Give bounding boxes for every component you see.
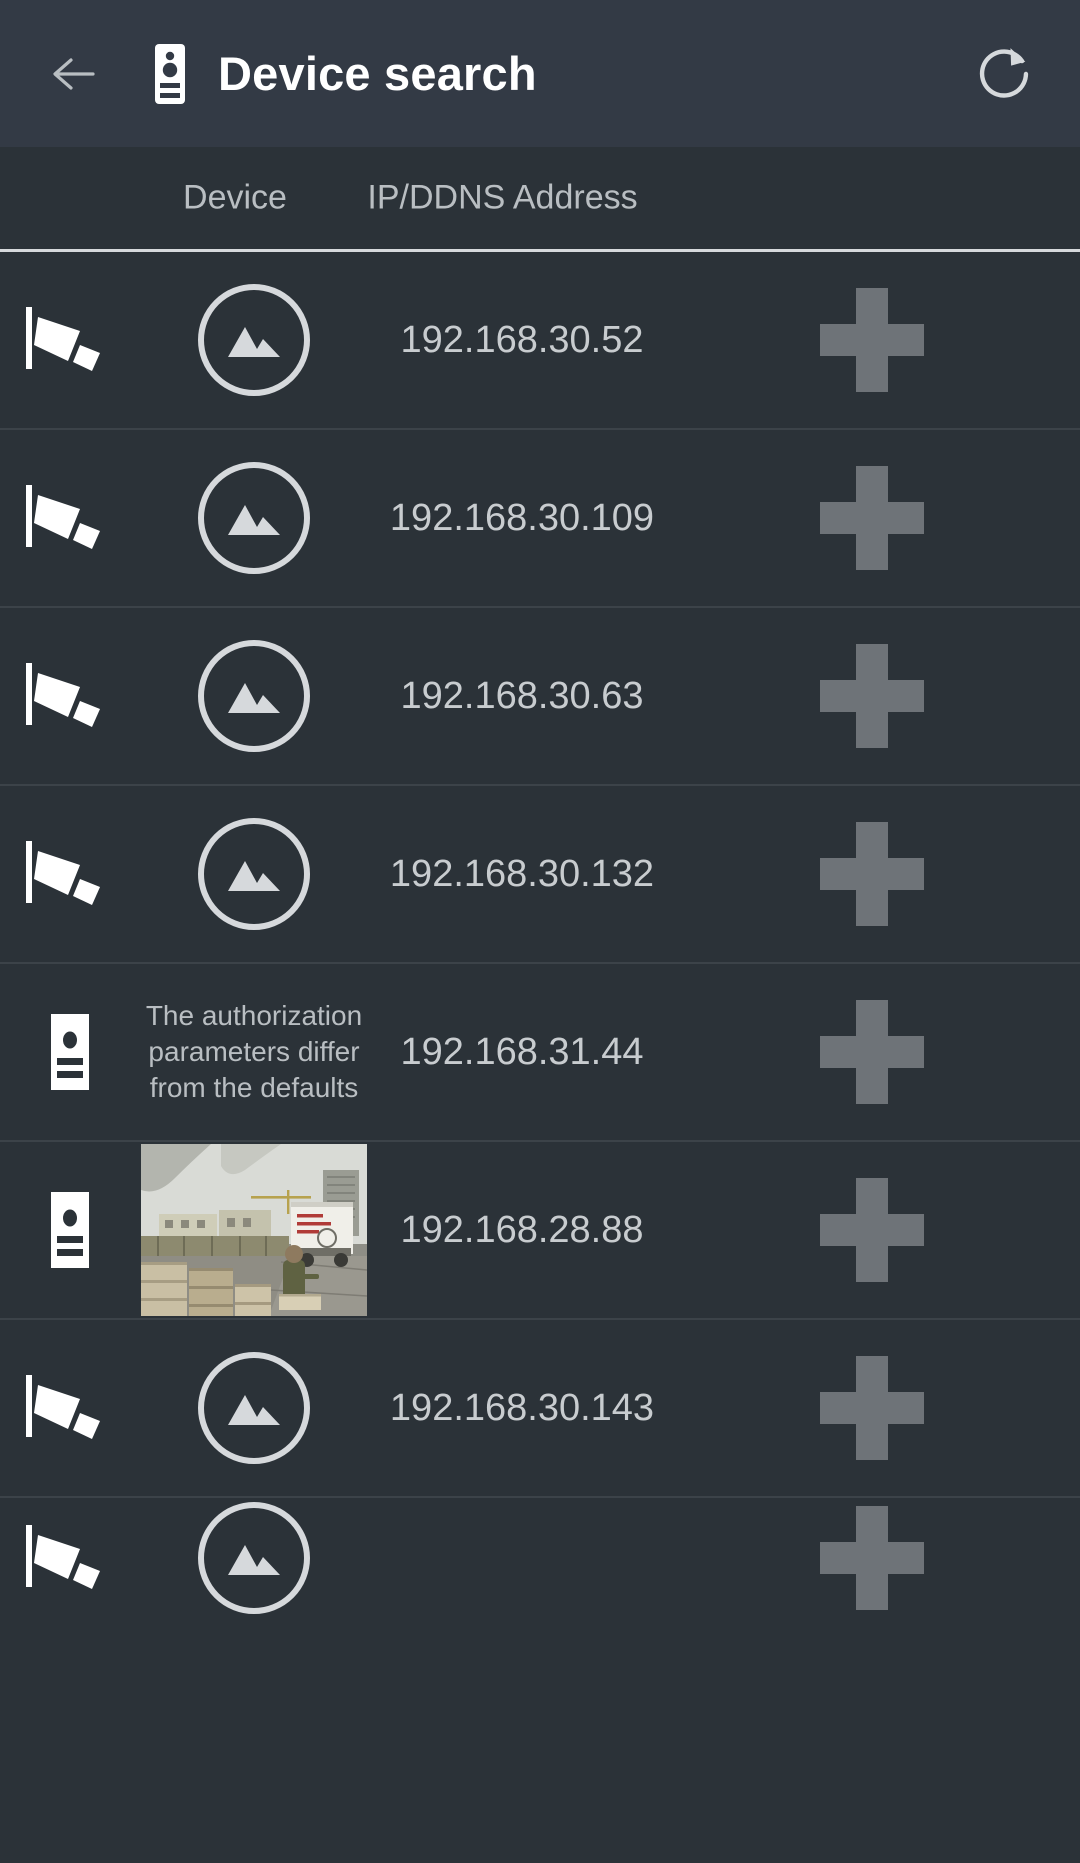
plus-icon xyxy=(820,288,924,392)
preview-cell xyxy=(138,1320,370,1496)
device-type-cell xyxy=(0,1142,140,1318)
add-device-button[interactable] xyxy=(814,1320,930,1496)
title-group: Device search xyxy=(148,43,537,105)
add-device-button[interactable] xyxy=(814,430,930,606)
device-status-message: The authorization parameters differ from… xyxy=(145,1000,363,1103)
image-placeholder-icon xyxy=(198,284,310,396)
door-station-icon xyxy=(51,1014,89,1090)
camera-icon xyxy=(26,663,100,727)
device-address: 192.168.30.52 xyxy=(400,318,644,361)
column-header-row: Device IP/DDNS Address xyxy=(0,147,1080,252)
device-address: 192.168.30.109 xyxy=(389,496,655,539)
table-row[interactable]: 192.168.30.132 xyxy=(0,786,1080,964)
device-type-cell xyxy=(0,1320,140,1496)
refresh-icon xyxy=(979,47,1029,98)
plus-icon xyxy=(820,1178,924,1282)
table-row[interactable]: 192.168.30.143 xyxy=(0,1320,1080,1498)
plus-icon xyxy=(820,466,924,570)
image-placeholder-icon xyxy=(198,1502,310,1614)
device-address: 192.168.28.88 xyxy=(400,1208,644,1251)
add-device-button[interactable] xyxy=(814,786,930,962)
preview-cell xyxy=(138,1498,370,1618)
table-row[interactable]: 192.168.30.109 xyxy=(0,430,1080,608)
back-button[interactable] xyxy=(36,37,110,111)
page-title: Device search xyxy=(218,47,537,100)
device-type-cell xyxy=(0,252,140,428)
device-address xyxy=(372,1498,672,1618)
device-address: 192.168.31.44 xyxy=(400,1030,644,1073)
add-device-button[interactable] xyxy=(814,252,930,428)
table-row[interactable]: 192.168.30.63 xyxy=(0,608,1080,786)
door-station-icon xyxy=(155,43,185,104)
back-arrow-icon xyxy=(53,57,95,90)
device-list: 192.168.30.52 192.168.30.109 192.168.30.… xyxy=(0,252,1080,1618)
image-placeholder-icon xyxy=(198,462,310,574)
camera-icon xyxy=(26,485,100,549)
image-placeholder-icon xyxy=(198,640,310,752)
table-row[interactable]: 192.168.30.52 xyxy=(0,252,1080,430)
preview-cell xyxy=(138,608,370,784)
device-type-cell xyxy=(0,964,140,1140)
device-address: 192.168.30.143 xyxy=(389,1386,655,1429)
column-header-address: IP/DDNS Address xyxy=(367,178,638,217)
table-row[interactable]: The authorization parameters differ from… xyxy=(0,964,1080,1142)
plus-icon xyxy=(820,1000,924,1104)
thumbnail-image xyxy=(141,1144,367,1316)
device-type-cell xyxy=(0,1498,140,1618)
camera-icon xyxy=(26,841,100,905)
plus-icon xyxy=(820,1506,924,1610)
image-placeholder-icon xyxy=(198,1352,310,1464)
camera-icon xyxy=(26,1375,100,1439)
camera-icon xyxy=(26,1525,100,1589)
preview-cell[interactable] xyxy=(138,1142,370,1318)
image-placeholder-icon xyxy=(198,818,310,930)
device-type-cell xyxy=(0,786,140,962)
preview-cell xyxy=(138,252,370,428)
refresh-button[interactable] xyxy=(968,38,1040,110)
device-type-cell xyxy=(0,430,140,606)
app-bar: Device search xyxy=(0,0,1080,147)
plus-icon xyxy=(820,822,924,926)
device-type-cell xyxy=(0,608,140,784)
table-row[interactable]: 192.168.28.88 xyxy=(0,1142,1080,1320)
device-address: 192.168.30.63 xyxy=(400,674,644,717)
camera-live-thumbnail[interactable] xyxy=(141,1144,367,1316)
table-row[interactable] xyxy=(0,1498,1080,1618)
add-device-button[interactable] xyxy=(814,1142,930,1318)
preview-cell xyxy=(138,430,370,606)
plus-icon xyxy=(820,1356,924,1460)
add-device-button[interactable] xyxy=(814,1498,930,1618)
plus-icon xyxy=(820,644,924,748)
preview-cell xyxy=(138,786,370,962)
add-device-button[interactable] xyxy=(814,964,930,1140)
camera-icon xyxy=(26,307,100,371)
add-device-button[interactable] xyxy=(814,608,930,784)
device-address: 192.168.30.132 xyxy=(389,852,655,895)
door-station-icon xyxy=(51,1192,89,1268)
